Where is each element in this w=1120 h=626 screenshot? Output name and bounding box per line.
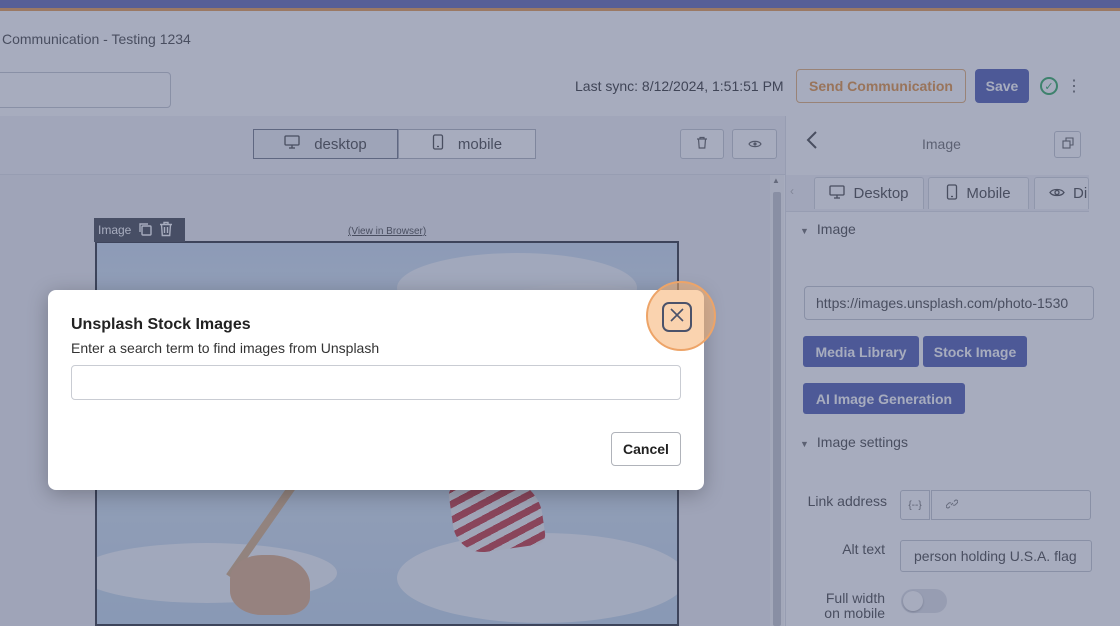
close-modal-button[interactable] — [662, 302, 692, 332]
modal-title: Unsplash Stock Images — [71, 316, 251, 333]
close-icon — [669, 307, 685, 328]
modal-subtitle: Enter a search term to find images from … — [71, 340, 380, 356]
cancel-button[interactable]: Cancel — [611, 432, 681, 466]
unsplash-search-input[interactable] — [71, 365, 681, 400]
